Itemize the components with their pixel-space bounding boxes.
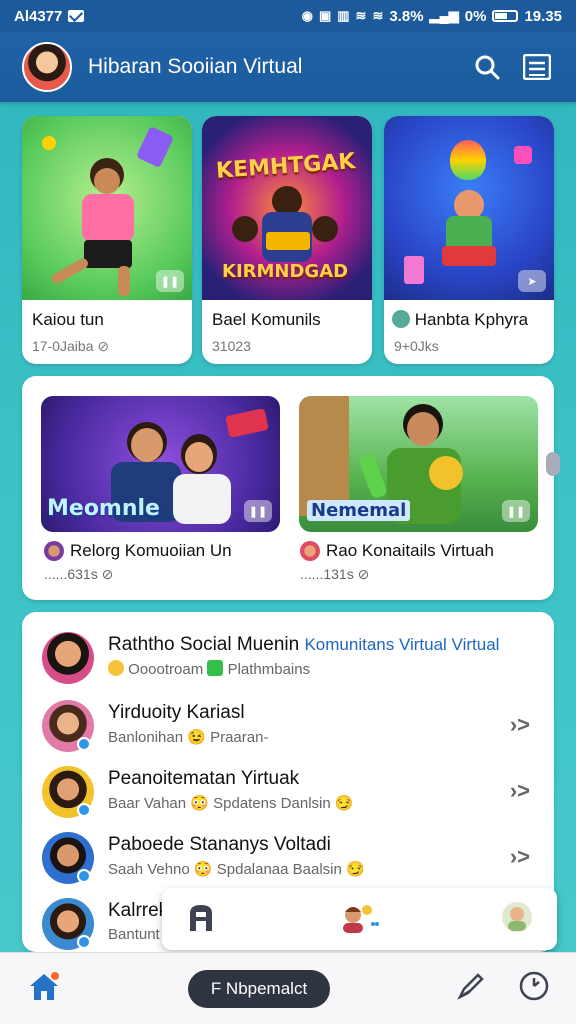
banner-text-1: Meomnle [47, 496, 160, 521]
featured-meta-2: 31023 [212, 338, 251, 354]
list-item-title: Peanoitematan Yirtuak [108, 768, 300, 789]
list-item-title: Paboede Stananys Voltadi [108, 834, 331, 855]
list-header-row[interactable]: Raththo Social Muenin Komunitans Virtual… [22, 632, 554, 698]
featured-card-3[interactable]: ➤ Hanbta Kphyra 9+0Jks [384, 116, 554, 364]
featured-card-2[interactable]: KEMHTGAK KIRMNDGAD Bael Komunils 31023 [202, 116, 372, 364]
online-badge [77, 737, 91, 751]
nfc-icon: ▣ [318, 8, 332, 23]
online-badge [77, 803, 91, 817]
online-badge [77, 869, 91, 883]
home-icon[interactable] [26, 968, 62, 1009]
status-time: Al4377 [14, 7, 63, 25]
profile-avatar[interactable] [22, 42, 72, 92]
featured-meta-1: 17-0Jaiba ⊘ [32, 338, 110, 354]
thumb-subheading: KIRMNDGAD [222, 261, 349, 282]
list-header-link[interactable]: Komunitans Virtual Virtual [304, 635, 499, 654]
featured-title-1: Kaiou tun [32, 310, 104, 329]
list-item-sub: Saah Vehno 😳 Spdalanaa Baalsin 😏 [108, 861, 365, 878]
status-left: Al4377 [14, 7, 85, 25]
wifi-icon-2: ≋ [372, 8, 384, 23]
wifi-icon: ≋ [355, 8, 367, 23]
battery-icon [492, 10, 519, 22]
link-icon: ⊘ [357, 566, 370, 582]
featured-thumb-1: ❚❚ [22, 116, 192, 300]
play-icon-mid-2[interactable]: ❚❚ [502, 500, 530, 522]
list-header-title: Raththo Social Muenin Komunitans Virtual… [108, 634, 500, 655]
featured-title-3: Hanbta Kphyra [392, 310, 528, 330]
app-icon [207, 660, 224, 676]
status-bar: Al4377 ◉ ▣ ▥ ≋ ≋ 3.8% ▂▄▆ 0% 19.35 [0, 0, 576, 32]
community-title-1[interactable]: Relorg Komuoiian Un [44, 541, 232, 561]
alarm-icon: ◉ [301, 8, 313, 23]
play-icon[interactable]: ❚❚ [156, 270, 184, 292]
menu-icon[interactable] [520, 50, 554, 84]
banner-text-2: Nememal [307, 500, 411, 521]
community-meta-2: ......131s ⊘ [300, 566, 370, 582]
vibrate-icon: ▥ [337, 8, 350, 23]
community-avatar-2 [300, 541, 320, 561]
list-item-title: Yirduoity Kariasl [108, 702, 245, 723]
app-title: Hibaran Sooiian Virtual [88, 55, 303, 78]
community-meta-1: ......631s ⊘ [44, 566, 114, 582]
community-thumb-1[interactable]: Meomnle ❚❚ [41, 396, 280, 532]
status-right: ◉ ▣ ▥ ≋ ≋ 3.8% ▂▄▆ 0% 19.35 [302, 8, 562, 25]
list-header-sub: Ooootroam Plathmbains [108, 660, 310, 678]
avatar [42, 632, 94, 684]
featured-thumb-3: ➤ [384, 116, 554, 300]
community-avatar-1 [44, 541, 64, 561]
play-icon-3[interactable]: ➤ [518, 270, 546, 292]
status-signal: 0% [464, 7, 487, 25]
search-icon[interactable] [470, 50, 504, 84]
online-badge [77, 935, 91, 949]
status-indicator: 3.8% [389, 7, 424, 25]
chevron-right-icon[interactable]: ›> [510, 778, 530, 804]
avatar-icon[interactable] [501, 901, 533, 938]
emoji-icon [108, 660, 124, 676]
list-item-sub: Baar Vahan 😳 Spdatens Danlsin 😏 [108, 795, 354, 812]
featured-thumb-2: KEMHTGAK KIRMNDGAD [202, 116, 372, 300]
link-icon: ⊘ [97, 338, 110, 354]
chevron-right-icon[interactable]: ›> [510, 844, 530, 870]
carousel-scroll-handle[interactable] [546, 452, 560, 476]
avatar-sparkle-icon[interactable] [337, 900, 381, 939]
floating-tray [162, 888, 557, 950]
featured-meta-3: 9+0Jks [394, 338, 439, 354]
play-icon-mid-1[interactable]: ❚❚ [244, 500, 272, 522]
chevron-right-icon[interactable]: ›> [510, 712, 530, 738]
featured-title-2: Bael Komunils [212, 310, 321, 329]
list-item-sub: Bantunt [108, 926, 160, 943]
list-item[interactable]: Yirduoity Kariasl Banlonihan 😉 Praaran- … [22, 700, 554, 766]
app-bar: Hibaran Sooiian Virtual [0, 32, 576, 102]
mail-icon [68, 10, 85, 22]
link-icon: ⊘ [101, 566, 114, 582]
signal-icon: ▂▄▆ [429, 8, 459, 23]
clock-icon[interactable] [518, 970, 550, 1007]
list-item-title: Kalrrek [108, 900, 169, 921]
a-logo-icon[interactable] [186, 901, 216, 938]
edit-icon[interactable] [456, 971, 486, 1006]
community-thumb-2[interactable]: Nememal ❚❚ [299, 396, 538, 532]
list-item-sub: Banlonihan 😉 Praaran- [108, 729, 269, 746]
featured-card-1[interactable]: ❚❚ Kaiou tun 17-0Jaiba ⊘ [22, 116, 192, 364]
status-clock: 19.35 [524, 7, 562, 25]
thumb-heading: KEMHTGAK [215, 149, 357, 184]
community-title-2[interactable]: Rao Konaitails Virtuah [300, 541, 494, 561]
list-item[interactable]: Peanoitematan Yirtuak Baar Vahan 😳 Spdat… [22, 766, 554, 832]
bottom-nav: F Nbpemalct [0, 952, 576, 1024]
compose-button[interactable]: F Nbpemalct [188, 969, 330, 1008]
